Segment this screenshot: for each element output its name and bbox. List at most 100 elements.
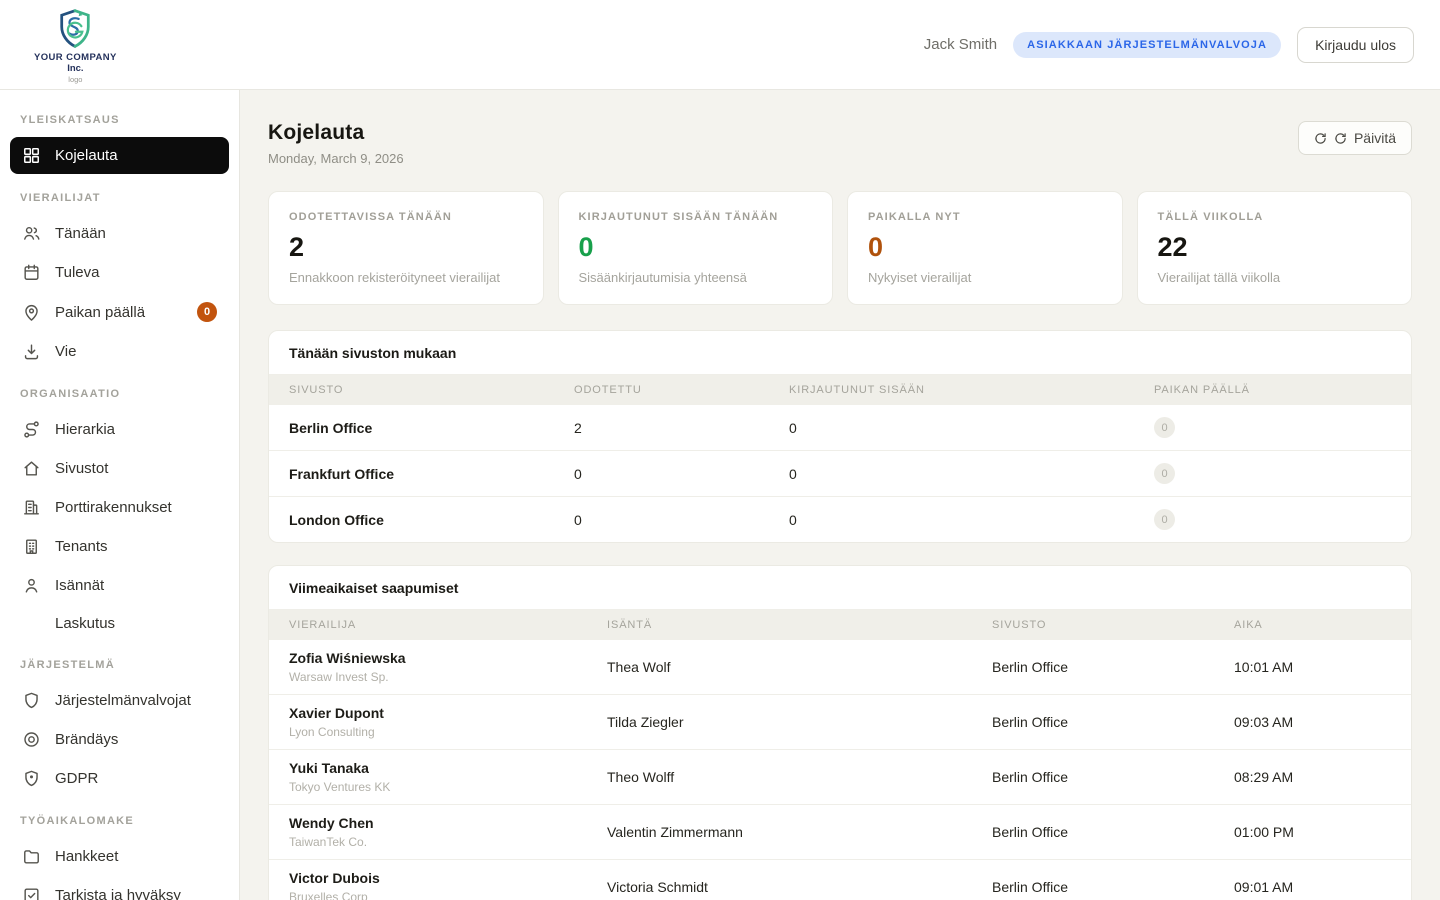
sidebar-item-label: Vie [55, 343, 76, 360]
stat-label: ODOTETTAVISSA TÄNÄÄN [289, 211, 523, 223]
time-cell: 09:03 AM [1214, 695, 1411, 750]
stat-label: TÄLLÄ VIIKOLLA [1158, 211, 1392, 223]
stat-subtext: Ennakkoon rekisteröityneet vierailijat [289, 270, 523, 285]
visitor-company: TaiwanTek Co. [289, 835, 587, 849]
sidebar-item-label: Tarkista ja hyväksy [55, 887, 181, 900]
section-label-timesheet: TYÖAIKALOMAKE [0, 799, 239, 836]
sidebar-item-export-visitors[interactable]: Vie [10, 333, 229, 370]
sidebar-item-tenants[interactable]: Tenants [10, 528, 229, 565]
logo-shield-icon [53, 7, 97, 51]
host-cell: Thea Wolf [587, 640, 972, 695]
user-name: Jack Smith [924, 36, 997, 53]
table-row: Berlin Office 2 0 0 [269, 405, 1411, 451]
table-row: Yuki Tanaka Tokyo Ventures KK Theo Wolff… [269, 750, 1411, 805]
tenant-building-icon [22, 537, 41, 556]
visitor-name: Victor Dubois [289, 870, 587, 886]
stat-value: 0 [579, 232, 813, 263]
hierarchy-icon [22, 420, 41, 439]
sidebar-item-hierarchy[interactable]: Hierarkia [10, 411, 229, 448]
sidebar-item-projects[interactable]: Hankkeet [10, 838, 229, 875]
refresh-button[interactable]: Päivitä [1298, 121, 1412, 155]
stat-value: 2 [289, 232, 523, 263]
logo-inc-text: Inc. [67, 63, 83, 74]
refresh-button-label: Päivitä [1354, 130, 1396, 146]
sidebar-item-billing[interactable]: Laskutus [10, 606, 229, 641]
check-square-icon [22, 886, 41, 900]
main-content: Kojelauta Monday, March 9, 2026 Päivitä … [240, 90, 1440, 900]
recent-arrivals-card: Viimeaikaiset saapumiset VIERAILIJA ISÄN… [268, 565, 1412, 900]
table-row: Xavier Dupont Lyon Consulting Tilda Zieg… [269, 695, 1411, 750]
table-row: Wendy Chen TaiwanTek Co. Valentin Zimmer… [269, 805, 1411, 860]
site-cell: Berlin Office [972, 640, 1214, 695]
sidebar-item-dashboard[interactable]: Kojelauta [10, 137, 229, 174]
stat-card-this-week: TÄLLÄ VIIKOLLA 22 Vierailijat tällä viik… [1137, 191, 1413, 305]
sidebar-item-gate-buildings[interactable]: Porttirakennukset [10, 489, 229, 526]
refresh-icon [1334, 132, 1347, 145]
logout-button[interactable]: Kirjaudu ulos [1297, 27, 1414, 63]
signed-in-cell: 0 [769, 497, 1134, 543]
sidebar-item-on-site[interactable]: Paikan päällä 0 [10, 293, 229, 331]
column-header-signed-in: KIRJAUTUNUT SISÄÄN [769, 375, 1134, 405]
table-row: Frankfurt Office 0 0 0 [269, 451, 1411, 497]
sidebar-item-admins[interactable]: Järjestelmänvalvojat [10, 682, 229, 719]
on-site-pill: 0 [1154, 417, 1175, 438]
time-cell: 10:01 AM [1214, 640, 1411, 695]
signed-in-cell: 0 [769, 405, 1134, 451]
column-header-site: SIVUSTO [972, 610, 1214, 640]
visitor-name: Wendy Chen [289, 815, 587, 831]
sidebar-item-gdpr[interactable]: GDPR [10, 760, 229, 797]
stat-card-signed-in-today: KIRJAUTUNUT SISÄÄN TÄNÄÄN 0 Sisäänkirjau… [558, 191, 834, 305]
sidebar-item-upcoming[interactable]: Tuleva [10, 254, 229, 291]
column-header-time: AIKA [1214, 610, 1411, 640]
sidebar-item-label: Kojelauta [55, 147, 118, 164]
visitor-name: Yuki Tanaka [289, 760, 587, 776]
expected-cell: 0 [554, 451, 769, 497]
sidebar-item-sites[interactable]: Sivustot [10, 450, 229, 487]
time-cell: 08:29 AM [1214, 750, 1411, 805]
section-label-visitors: VIERAILIJAT [0, 176, 239, 213]
sidebar-item-label: Isännät [55, 577, 104, 594]
sidebar-item-label: Laskutus [55, 615, 115, 632]
site-cell: Berlin Office [269, 405, 554, 451]
table-row: Victor Dubois Bruxelles Corp Victoria Sc… [269, 860, 1411, 900]
sidebar-item-label: Hierarkia [55, 421, 115, 438]
today-by-site-card: Tänään sivuston mukaan SIVUSTO ODOTETTU … [268, 330, 1412, 543]
expected-cell: 0 [554, 497, 769, 543]
site-cell: Berlin Office [972, 860, 1214, 900]
on-site-pill: 0 [1154, 463, 1175, 484]
sidebar-item-branding[interactable]: Brändäys [10, 721, 229, 758]
stats-row: ODOTETTAVISSA TÄNÄÄN 2 Ennakkoon rekiste… [268, 191, 1412, 305]
stat-subtext: Nykyiset vierailijat [868, 270, 1102, 285]
sidebar-item-label: GDPR [55, 770, 98, 787]
visitor-company: Warsaw Invest Sp. [289, 670, 587, 684]
refresh-icon [1314, 132, 1327, 145]
visitor-company: Bruxelles Corp [289, 890, 587, 900]
column-header-on-site: PAIKAN PÄÄLLÄ [1134, 375, 1411, 405]
column-header-expected: ODOTETTU [554, 375, 769, 405]
host-cell: Theo Wolff [587, 750, 972, 805]
stat-card-expected-today: ODOTETTAVISSA TÄNÄÄN 2 Ennakkoon rekiste… [268, 191, 544, 305]
sidebar-item-review-approve[interactable]: Tarkista ja hyväksy [10, 877, 229, 900]
dashboard-icon [22, 146, 41, 165]
column-header-host: ISÄNTÄ [587, 610, 972, 640]
download-icon [22, 342, 41, 361]
today-by-site-table: SIVUSTO ODOTETTU KIRJAUTUNUT SISÄÄN PAIK… [269, 375, 1411, 542]
logo-sub-text: logo [68, 75, 82, 84]
stat-value: 22 [1158, 232, 1392, 263]
section-label-system: JÄRJESTELMÄ [0, 643, 239, 680]
sidebar-item-hosts[interactable]: Isännät [10, 567, 229, 604]
stat-subtext: Vierailijat tällä viikolla [1158, 270, 1392, 285]
folder-icon [22, 847, 41, 866]
recent-arrivals-title: Viimeaikaiset saapumiset [269, 566, 1411, 610]
visitor-company: Tokyo Ventures KK [289, 780, 587, 794]
page-date: Monday, March 9, 2026 [268, 151, 404, 166]
sidebar-item-today[interactable]: Tänään [10, 215, 229, 252]
users-icon [22, 224, 41, 243]
expected-cell: 2 [554, 405, 769, 451]
sidebar-item-label: Brändäys [55, 731, 118, 748]
logo-company-text: YOUR COMPANY [34, 52, 117, 63]
target-icon [22, 730, 41, 749]
stat-value: 0 [868, 232, 1102, 263]
visitor-company: Lyon Consulting [289, 725, 587, 739]
sidebar-item-label: Porttirakennukset [55, 499, 172, 516]
